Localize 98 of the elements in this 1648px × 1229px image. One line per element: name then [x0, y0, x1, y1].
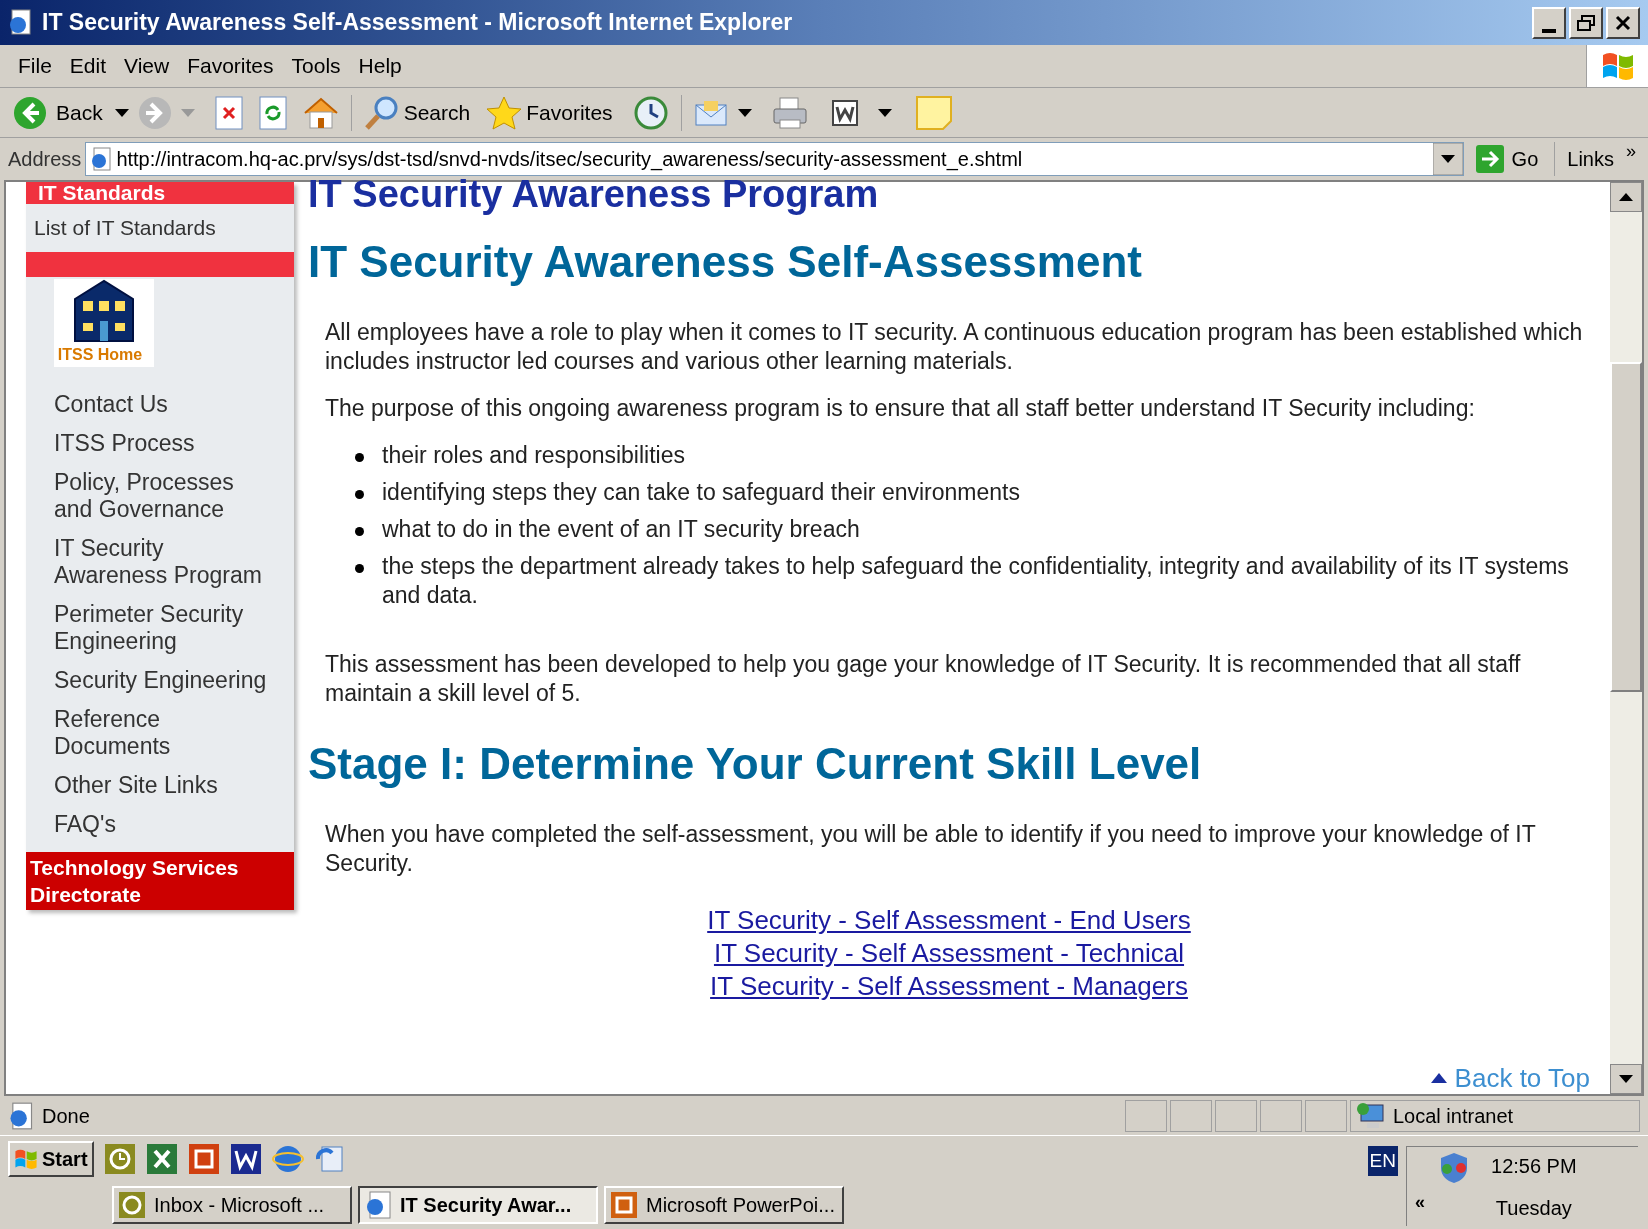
scrollbar-thumb[interactable] — [1610, 362, 1642, 692]
computer-icon — [1355, 1100, 1385, 1131]
clock-day: Tuesday — [1495, 1192, 1572, 1223]
start-button[interactable]: Start — [8, 1141, 94, 1177]
history-icon[interactable] — [632, 94, 669, 131]
bullet-text: the steps the department already takes to help safeguard the confidentiality, integrity and availability of its IT systems and data. — [382, 552, 1570, 610]
assessment-link[interactable]: IT Security - Self Assessment - End Users — [707, 904, 1191, 937]
security-zone-text: Local intranet — [1393, 1103, 1514, 1129]
presentation-app-icon — [610, 1190, 638, 1219]
browser-app-icon[interactable] — [271, 1143, 304, 1175]
restore-button[interactable] — [1569, 6, 1603, 39]
bullet-text: what to do in the event of an IT security breach — [382, 515, 860, 544]
printer-icon[interactable] — [771, 95, 808, 130]
dropdown-caret-icon[interactable] — [114, 108, 129, 117]
links-button[interactable]: Links — [1563, 144, 1618, 174]
taskbar-button[interactable]: IT Security Awar... — [358, 1185, 598, 1224]
sidebar-link[interactable]: IT Security Awareness Program — [54, 535, 282, 589]
favorites-button[interactable]: Favorites — [486, 94, 613, 131]
bullet-icon — [355, 564, 364, 573]
minimize-button[interactable] — [1532, 6, 1566, 39]
close-icon — [1615, 14, 1631, 31]
sidebar-section-header: IT Standards — [26, 182, 294, 204]
back-button[interactable]: Back — [8, 94, 107, 131]
presentation-app-icon[interactable] — [187, 1143, 220, 1175]
sidebar-link[interactable]: Security Engineering — [54, 667, 282, 694]
taskbar-button[interactable]: Inbox - Microsoft ... — [112, 1185, 352, 1224]
go-button[interactable]: Go — [1467, 144, 1547, 174]
menu-item[interactable]: Favorites — [181, 50, 280, 82]
sidebar-link[interactable]: List of IT Standards — [26, 204, 294, 252]
stop-icon[interactable] — [214, 95, 243, 130]
purpose-paragraph: The purpose of this ongoing awareness program is to ensure that all staff better understand IT Security including: — [325, 394, 1476, 423]
search-icon — [363, 94, 400, 131]
show-hidden-icons-button[interactable]: « — [1415, 1189, 1425, 1216]
status-pane — [1170, 1099, 1212, 1132]
windows-logo-icon — [1600, 51, 1635, 81]
assessment-link[interactable]: IT Security - Self Assessment - Managers — [710, 970, 1188, 1003]
address-label: Address — [8, 147, 82, 172]
bullet-icon — [355, 453, 364, 462]
windows-logo-icon — [14, 1148, 38, 1170]
taskbar-button[interactable]: Microsoft PowerPoi... — [604, 1185, 844, 1224]
dropdown-caret-icon[interactable] — [877, 108, 892, 117]
page-icon — [8, 1101, 34, 1130]
intro-paragraph: All employees have a role to play when it comes to IT security. A continuous education program has been established which includes instructor led courses and various other learning materials. — [325, 318, 1584, 376]
bullet-icon — [355, 490, 364, 499]
restore-icon — [1577, 14, 1595, 31]
sidebar-link[interactable]: Contact Us — [54, 391, 282, 418]
star-icon — [486, 94, 523, 131]
clock-app-icon — [118, 1190, 146, 1219]
status-pane — [1215, 1099, 1257, 1132]
stage-paragraph: When you have completed the self-assessment, you will be able to identify if you need to improve your knowledge of IT Security. — [324, 820, 1537, 878]
bullet-icon — [355, 527, 364, 536]
page-icon — [90, 147, 113, 171]
bullet-text: identifying steps they can take to safeguard their environments — [382, 478, 1020, 507]
dropdown-arrow-icon[interactable] — [1432, 143, 1463, 175]
clock-app-icon[interactable] — [103, 1143, 136, 1175]
browser-page-icon — [364, 1190, 392, 1219]
menu-item[interactable]: Edit — [63, 50, 113, 82]
sidebar-link[interactable]: Other Site Links — [54, 772, 282, 799]
status-text: Done — [42, 1103, 90, 1129]
assessment-link[interactable]: IT Security - Self Assessment - Technical — [713, 937, 1185, 970]
scroll-down-arrow-icon[interactable] — [1619, 1075, 1633, 1083]
section-heading: Stage I: Determine Your Current Skill Level — [308, 738, 1203, 790]
menu-item[interactable]: File — [12, 50, 58, 82]
menu-item[interactable]: View — [118, 50, 176, 82]
word-document-icon[interactable] — [831, 99, 858, 126]
vertical-scrollbar[interactable] — [1610, 182, 1642, 1094]
sidebar-link[interactable]: Reference Documents — [54, 706, 282, 760]
sidebar-link[interactable]: FAQ's — [54, 811, 282, 838]
sidebar-link[interactable]: Perimeter Security Engineering — [54, 601, 282, 655]
home-icon[interactable] — [302, 95, 339, 130]
menu-item[interactable]: Help — [352, 50, 408, 82]
address-field[interactable]: http://intracom.hq-ac.prv/sys/dst-tsd/snvd-nvds/itsec/security_awareness/security-assessment_e.shtml — [85, 142, 1464, 176]
up-arrow-icon — [1430, 1073, 1447, 1083]
spreadsheet-app-icon[interactable] — [145, 1143, 178, 1175]
bullet-text: their roles and responsibilities — [382, 441, 685, 470]
language-indicator[interactable]: EN — [1367, 1146, 1398, 1176]
sidebar-link[interactable]: ITSS Process — [54, 430, 282, 457]
search-button[interactable]: Search — [363, 94, 471, 131]
word-app-icon[interactable] — [229, 1143, 262, 1175]
minimize-icon — [1542, 28, 1556, 33]
browser-page-icon — [8, 8, 34, 37]
page-title: IT Security Awareness Program — [308, 174, 880, 214]
clock-time[interactable]: 12:56 PM — [1491, 1150, 1577, 1181]
status-pane — [1125, 1099, 1167, 1132]
menu-item[interactable]: Tools — [285, 50, 347, 82]
refresh-icon[interactable] — [258, 95, 287, 130]
window-title: IT Security Awareness Self-Assessment - Microsoft Internet Explorer — [42, 8, 793, 38]
scroll-up-arrow-icon[interactable] — [1619, 193, 1633, 201]
status-pane — [1305, 1099, 1347, 1132]
status-pane — [1260, 1099, 1302, 1132]
page-heading: IT Security Awareness Self-Assessment — [308, 236, 1143, 288]
dropdown-caret-icon[interactable] — [737, 108, 752, 117]
assessment-paragraph: This assessment has been developed to help you gage your knowledge of IT Security. It is recommended that all staff maintain a skill level of 5. — [325, 650, 1522, 708]
close-button[interactable] — [1606, 6, 1640, 39]
sidebar-footer: Technology Services Directorate — [26, 852, 294, 910]
sync-app-icon[interactable] — [313, 1143, 346, 1175]
sidebar-link[interactable]: Policy, Processes and Governance — [54, 469, 282, 523]
links-chevron-button[interactable]: » — [1622, 138, 1640, 165]
